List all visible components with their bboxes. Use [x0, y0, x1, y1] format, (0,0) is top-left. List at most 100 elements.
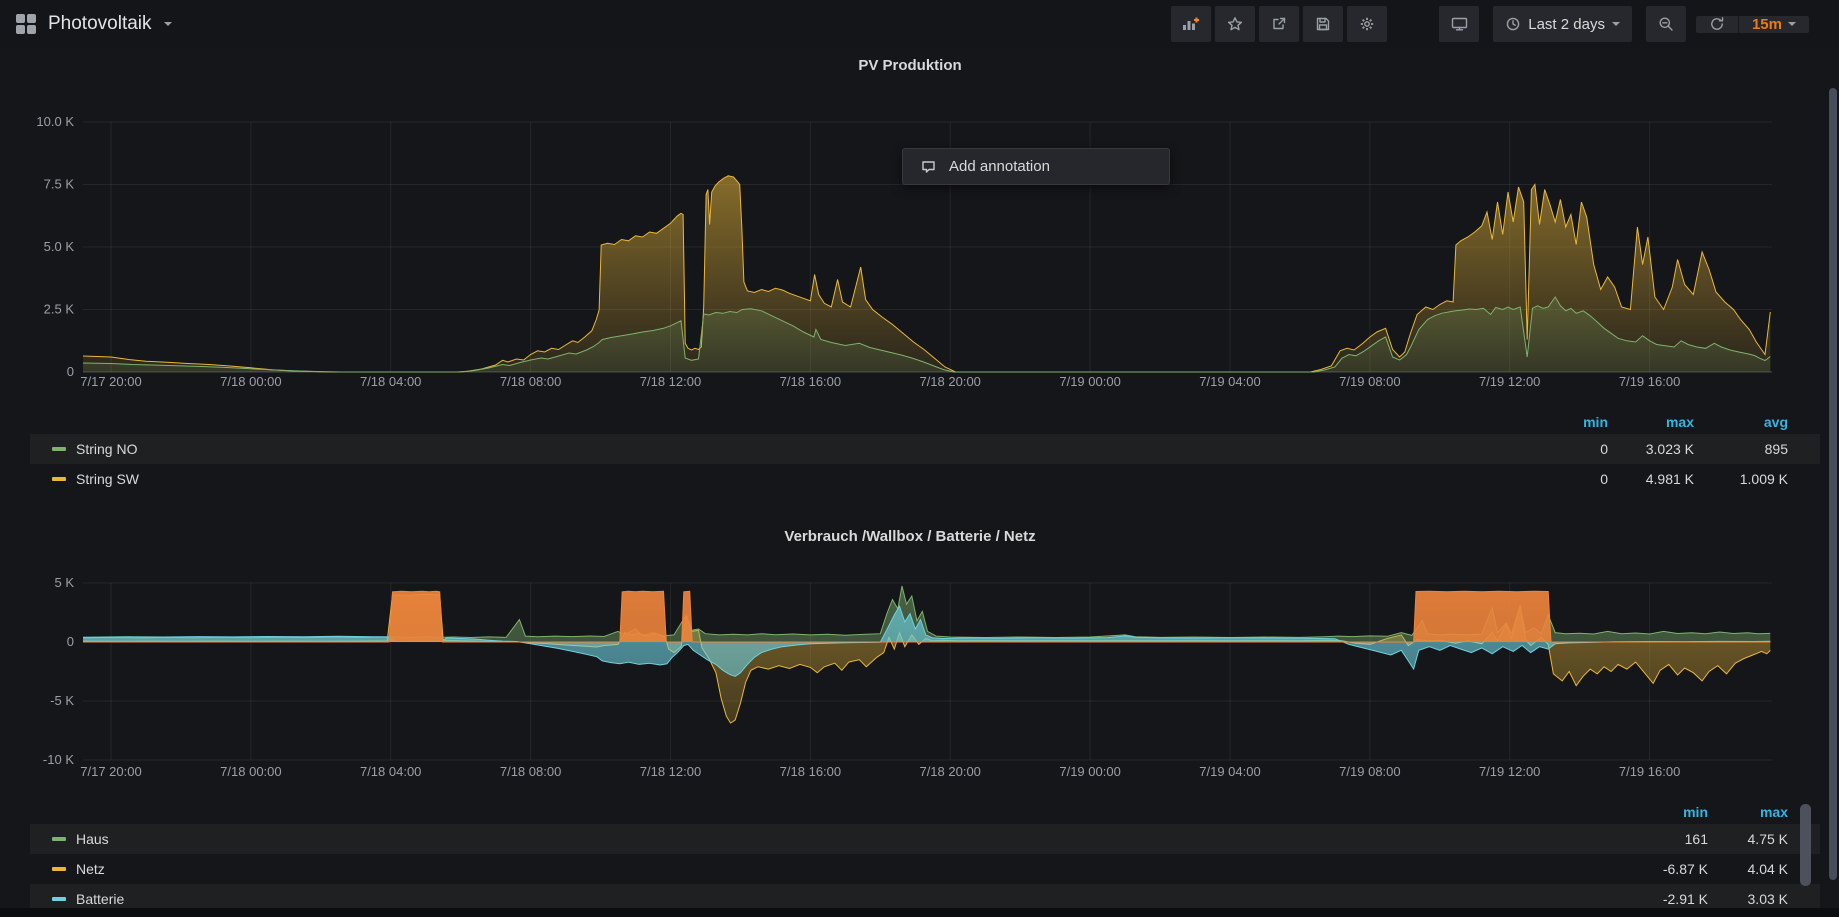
dashboard-title[interactable]: Photovoltaik: [48, 13, 152, 35]
series-avg-value: 895: [1694, 441, 1788, 457]
pv-legend: min max avg String NO 0 3.023 K 895 Stri…: [30, 410, 1820, 494]
x-tick-label: 7/19 08:00: [1339, 764, 1400, 779]
add-panel-button[interactable]: [1171, 6, 1211, 42]
legend-header-avg[interactable]: avg: [1694, 414, 1788, 430]
series-min-value: 161: [1628, 831, 1708, 847]
legend-row-netz: Netz -6.87 K 4.04 K: [30, 854, 1820, 884]
x-tick-label: 7/18 12:00: [640, 764, 701, 779]
series-avg-value: 1.009 K: [1694, 471, 1788, 487]
chevron-down-icon[interactable]: [164, 22, 172, 26]
y-tick-label: -5 K: [50, 693, 74, 708]
monitor-icon: [1451, 16, 1468, 32]
legend-header-row: min max avg: [30, 410, 1820, 434]
x-tick-label: 7/17 20:00: [80, 764, 141, 779]
series-label[interactable]: Batterie: [76, 891, 124, 907]
verbrauch-legend: min max Haus 161 4.75 K Netz -6.87 K 4.0…: [30, 800, 1820, 914]
share-icon: [1271, 16, 1287, 32]
y-tick-label: 0: [67, 364, 74, 379]
legend-row-string-no: String NO 0 3.023 K 895: [30, 434, 1820, 464]
x-tick-label: 7/19 04:00: [1199, 374, 1260, 389]
series-label[interactable]: Haus: [76, 831, 109, 847]
pv-produktion-chart[interactable]: 02.5 K5.0 K7.5 K10.0 K7/17 20:007/18 00:…: [0, 90, 1820, 402]
refresh-button[interactable]: [1696, 16, 1738, 33]
series-color-swatch[interactable]: [52, 447, 66, 451]
add-annotation-label: Add annotation: [949, 158, 1050, 175]
series-min-value: -2.91 K: [1628, 891, 1708, 907]
x-tick-label: 7/18 04:00: [360, 374, 421, 389]
refresh-icon: [1709, 16, 1725, 32]
series-max-value: 4.75 K: [1708, 831, 1788, 847]
star-button[interactable]: [1215, 6, 1255, 42]
settings-button[interactable]: [1347, 6, 1387, 42]
y-tick-label: 10.0 K: [36, 114, 74, 129]
x-tick-label: 7/18 16:00: [780, 764, 841, 779]
legend-header-min[interactable]: min: [1628, 804, 1708, 820]
series-max-value: 3.023 K: [1608, 441, 1694, 457]
chevron-down-icon: [1788, 22, 1796, 26]
time-range-label: Last 2 days: [1528, 16, 1605, 33]
y-tick-label: 5 K: [54, 575, 74, 590]
y-tick-label: 5.0 K: [44, 239, 75, 254]
series-min-value: 0: [1522, 471, 1608, 487]
y-tick-label: -10 K: [43, 752, 74, 767]
series-min-value: 0: [1522, 441, 1608, 457]
x-tick-label: 7/18 20:00: [919, 374, 980, 389]
grafana-dashboard: Photovoltaik: [0, 0, 1839, 917]
add-annotation-menu-item[interactable]: Add annotation: [902, 148, 1170, 185]
gear-icon: [1359, 16, 1375, 32]
legend-header-max[interactable]: max: [1708, 804, 1788, 820]
x-tick-label: 7/19 16:00: [1619, 374, 1680, 389]
legend-header-min[interactable]: min: [1522, 414, 1608, 430]
x-tick-label: 7/18 00:00: [220, 374, 281, 389]
dashboard-header: Photovoltaik: [0, 13, 172, 35]
series-color-swatch[interactable]: [52, 477, 66, 481]
x-tick-label: 7/18 20:00: [919, 764, 980, 779]
verbrauch-chart[interactable]: 5 K0-5 K-10 K7/17 20:007/18 00:007/18 04…: [0, 560, 1820, 792]
zoom-out-button[interactable]: [1646, 6, 1686, 42]
series-min-value: -6.87 K: [1628, 861, 1708, 877]
series-color-swatch[interactable]: [52, 837, 66, 841]
x-tick-label: 7/19 16:00: [1619, 764, 1680, 779]
x-tick-label: 7/19 00:00: [1059, 764, 1120, 779]
series-color-swatch[interactable]: [52, 867, 66, 871]
toolbar: Last 2 days 15m: [1167, 6, 1839, 42]
x-tick-label: 7/19 08:00: [1339, 374, 1400, 389]
x-tick-label: 7/19 12:00: [1479, 764, 1540, 779]
x-tick-label: 7/19 12:00: [1479, 374, 1540, 389]
clock-icon: [1505, 16, 1521, 32]
refresh-interval-label: 15m: [1752, 16, 1782, 33]
panel-title-pv-produktion[interactable]: PV Produktion: [0, 57, 1820, 74]
legend-row-string-sw: String SW 0 4.981 K 1.009 K: [30, 464, 1820, 494]
x-tick-label: 7/18 08:00: [500, 374, 561, 389]
x-tick-label: 7/19 00:00: [1059, 374, 1120, 389]
horizontal-scrollbar-track[interactable]: [0, 908, 1839, 917]
x-tick-label: 7/17 20:00: [80, 374, 141, 389]
dashboards-grid-icon[interactable]: [16, 14, 36, 34]
series-color-swatch[interactable]: [52, 897, 66, 901]
refresh-interval-button[interactable]: 15m: [1738, 16, 1809, 33]
legend-header-max[interactable]: max: [1608, 414, 1694, 430]
x-tick-label: 7/18 04:00: [360, 764, 421, 779]
legend-header-row: min max: [30, 800, 1820, 824]
series-label[interactable]: Netz: [76, 861, 105, 877]
y-tick-label: 2.5 K: [44, 302, 75, 317]
save-icon: [1315, 16, 1331, 32]
comment-bubble-icon: [920, 159, 937, 175]
x-tick-label: 7/18 08:00: [500, 764, 561, 779]
legend-row-haus: Haus 161 4.75 K: [30, 824, 1820, 854]
x-tick-label: 7/18 00:00: [220, 764, 281, 779]
x-tick-label: 7/18 12:00: [640, 374, 701, 389]
time-range-picker[interactable]: Last 2 days: [1493, 6, 1632, 42]
share-button[interactable]: [1259, 6, 1299, 42]
refresh-picker: 15m: [1696, 16, 1809, 33]
series-label[interactable]: String NO: [76, 441, 137, 457]
series-label[interactable]: String SW: [76, 471, 139, 487]
navbar: Photovoltaik: [0, 0, 1839, 48]
x-tick-label: 7/19 04:00: [1199, 764, 1260, 779]
save-button[interactable]: [1303, 6, 1343, 42]
zoom-out-icon: [1658, 16, 1674, 32]
legend-scrollbar-thumb[interactable]: [1800, 804, 1811, 886]
tv-mode-button[interactable]: [1439, 6, 1479, 42]
panel-title-verbrauch[interactable]: Verbrauch /Wallbox / Batterie / Netz: [0, 528, 1820, 545]
vertical-scrollbar-thumb[interactable]: [1829, 88, 1837, 880]
